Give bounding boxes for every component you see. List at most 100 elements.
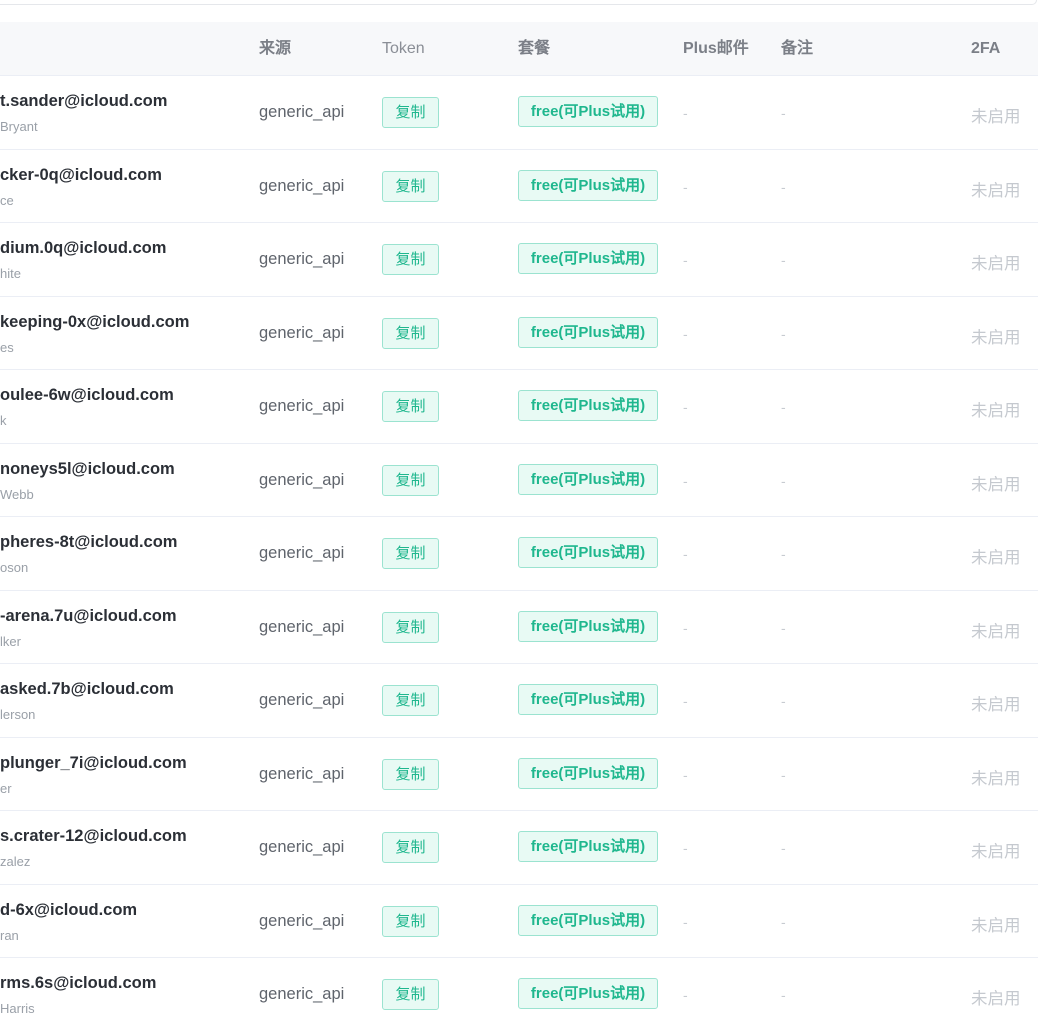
table-row[interactable]: oulee-6w@icloud.com k generic_api 复制 fre… xyxy=(0,370,1038,444)
copy-token-button[interactable]: 复制 xyxy=(382,538,439,569)
account-name: hite xyxy=(0,266,21,281)
account-source: generic_api xyxy=(259,103,345,121)
plus-email-value: - xyxy=(683,105,688,121)
twofa-status: 未启用 xyxy=(971,475,1021,494)
plus-email-value: - xyxy=(683,472,688,489)
note-value: - xyxy=(781,252,786,268)
account-name: es xyxy=(0,339,14,355)
plan-badge: free(可Plus试用) xyxy=(518,537,658,568)
accounts-page: 来源 Token 套餐 Plus邮件 备注 2FA t.sander@iclou… xyxy=(0,0,1038,1017)
account-source: generic_api xyxy=(259,397,345,415)
copy-token-button[interactable]: 复制 xyxy=(382,905,439,937)
note-value: - xyxy=(781,840,786,856)
twofa-status: 未启用 xyxy=(971,328,1021,347)
account-email: oulee-6w@icloud.com xyxy=(0,386,174,404)
twofa-status: 未启用 xyxy=(971,843,1021,861)
table-row[interactable]: keeping-0x@icloud.com es generic_api 复制 … xyxy=(0,297,1038,370)
account-source: generic_api xyxy=(259,176,345,195)
plus-email-value: - xyxy=(683,693,688,709)
account-source: generic_api xyxy=(259,911,345,930)
plus-email-value: - xyxy=(683,252,688,268)
plus-email-value: - xyxy=(683,987,688,1003)
table-row[interactable]: plunger_7i@icloud.com er generic_api 复制 … xyxy=(0,738,1038,811)
copy-token-button[interactable]: 复制 xyxy=(382,391,439,422)
plan-badge: free(可Plus试用) xyxy=(518,169,658,201)
account-email: s.crater-12@icloud.com xyxy=(0,827,187,845)
header-plus-email[interactable]: Plus邮件 xyxy=(683,22,749,75)
account-email: -arena.7u@icloud.com xyxy=(0,606,177,625)
plan-badge: free(可Plus试用) xyxy=(518,96,658,127)
plus-email-value: - xyxy=(683,913,688,930)
account-email: asked.7b@icloud.com xyxy=(0,680,174,698)
copy-token-button[interactable]: 复制 xyxy=(382,685,439,716)
account-email: noneys5l@icloud.com xyxy=(0,459,175,478)
account-name: k xyxy=(0,413,7,428)
table-row[interactable]: noneys5l@icloud.com Webb generic_api 复制 … xyxy=(0,444,1038,517)
account-name: Bryant xyxy=(0,119,38,134)
header-plan[interactable]: 套餐 xyxy=(518,22,550,75)
account-name: lker xyxy=(0,633,21,649)
twofa-status: 未启用 xyxy=(971,769,1021,788)
header-note[interactable]: 备注 xyxy=(781,22,813,75)
plan-badge: free(可Plus试用) xyxy=(518,390,658,421)
table-row[interactable]: asked.7b@icloud.com lerson generic_api 复… xyxy=(0,664,1038,738)
plus-email-value: - xyxy=(683,325,688,342)
copy-token-button[interactable]: 复制 xyxy=(382,758,439,790)
account-email: t.sander@icloud.com xyxy=(0,92,168,110)
copy-token-button[interactable]: 复制 xyxy=(382,832,439,863)
table-row[interactable]: dium.0q@icloud.com hite generic_api 复制 f… xyxy=(0,223,1038,297)
account-email: dium.0q@icloud.com xyxy=(0,239,167,257)
plus-email-value: - xyxy=(683,546,688,562)
header-source[interactable]: 来源 xyxy=(259,22,291,75)
twofa-status: 未启用 xyxy=(971,916,1021,935)
account-name: Webb xyxy=(0,486,34,502)
copy-token-button[interactable]: 复制 xyxy=(382,611,439,643)
account-name: ran xyxy=(0,927,19,943)
note-value: - xyxy=(781,105,786,121)
account-source: generic_api xyxy=(259,985,345,1003)
plan-badge: free(可Plus试用) xyxy=(518,316,658,348)
top-panel-edge xyxy=(0,0,1037,5)
twofa-status: 未启用 xyxy=(971,255,1021,273)
copy-token-button[interactable]: 复制 xyxy=(382,244,439,275)
copy-token-button[interactable]: 复制 xyxy=(382,170,439,202)
copy-token-button[interactable]: 复制 xyxy=(382,464,439,496)
account-source: generic_api xyxy=(259,544,345,562)
copy-token-button[interactable]: 复制 xyxy=(382,97,439,128)
plan-badge: free(可Plus试用) xyxy=(518,243,658,274)
plus-email-value: - xyxy=(683,766,688,783)
account-source: generic_api xyxy=(259,323,345,342)
table-row[interactable]: -arena.7u@icloud.com lker generic_api 复制… xyxy=(0,591,1038,664)
account-name: er xyxy=(0,780,12,796)
header-2fa[interactable]: 2FA xyxy=(971,22,1000,75)
account-source: generic_api xyxy=(259,470,345,489)
table-row[interactable]: rms.6s@icloud.com Harris generic_api 复制 … xyxy=(0,958,1038,1017)
table-row[interactable]: s.crater-12@icloud.com zalez generic_api… xyxy=(0,811,1038,885)
twofa-status: 未启用 xyxy=(971,181,1021,200)
table-header: 来源 Token 套餐 Plus邮件 备注 2FA xyxy=(0,22,1038,76)
account-email: pheres-8t@icloud.com xyxy=(0,533,178,551)
plan-badge: free(可Plus试用) xyxy=(518,463,658,495)
twofa-status: 未启用 xyxy=(971,622,1021,641)
note-value: - xyxy=(781,913,786,930)
note-value: - xyxy=(781,178,786,195)
account-source: generic_api xyxy=(259,250,345,268)
twofa-status: 未启用 xyxy=(971,549,1021,567)
account-name: zalez xyxy=(0,854,31,869)
table-row[interactable]: t.sander@icloud.com Bryant generic_api 复… xyxy=(0,76,1038,150)
note-value: - xyxy=(781,619,786,636)
plan-badge: free(可Plus试用) xyxy=(518,684,658,715)
twofa-status: 未启用 xyxy=(971,696,1021,714)
twofa-status: 未启用 xyxy=(971,402,1021,420)
copy-token-button[interactable]: 复制 xyxy=(382,317,439,349)
plan-badge: free(可Plus试用) xyxy=(518,831,658,862)
account-source: generic_api xyxy=(259,838,345,856)
account-email: rms.6s@icloud.com xyxy=(0,974,157,992)
header-token[interactable]: Token xyxy=(382,22,425,75)
table-row[interactable]: pheres-8t@icloud.com oson generic_api 复制… xyxy=(0,517,1038,591)
table-row[interactable]: cker-0q@icloud.com ce generic_api 复制 fre… xyxy=(0,150,1038,223)
copy-token-button[interactable]: 复制 xyxy=(382,979,439,1010)
table-row[interactable]: d-6x@icloud.com ran generic_api 复制 free(… xyxy=(0,885,1038,958)
note-value: - xyxy=(781,987,786,1003)
note-value: - xyxy=(781,546,786,562)
